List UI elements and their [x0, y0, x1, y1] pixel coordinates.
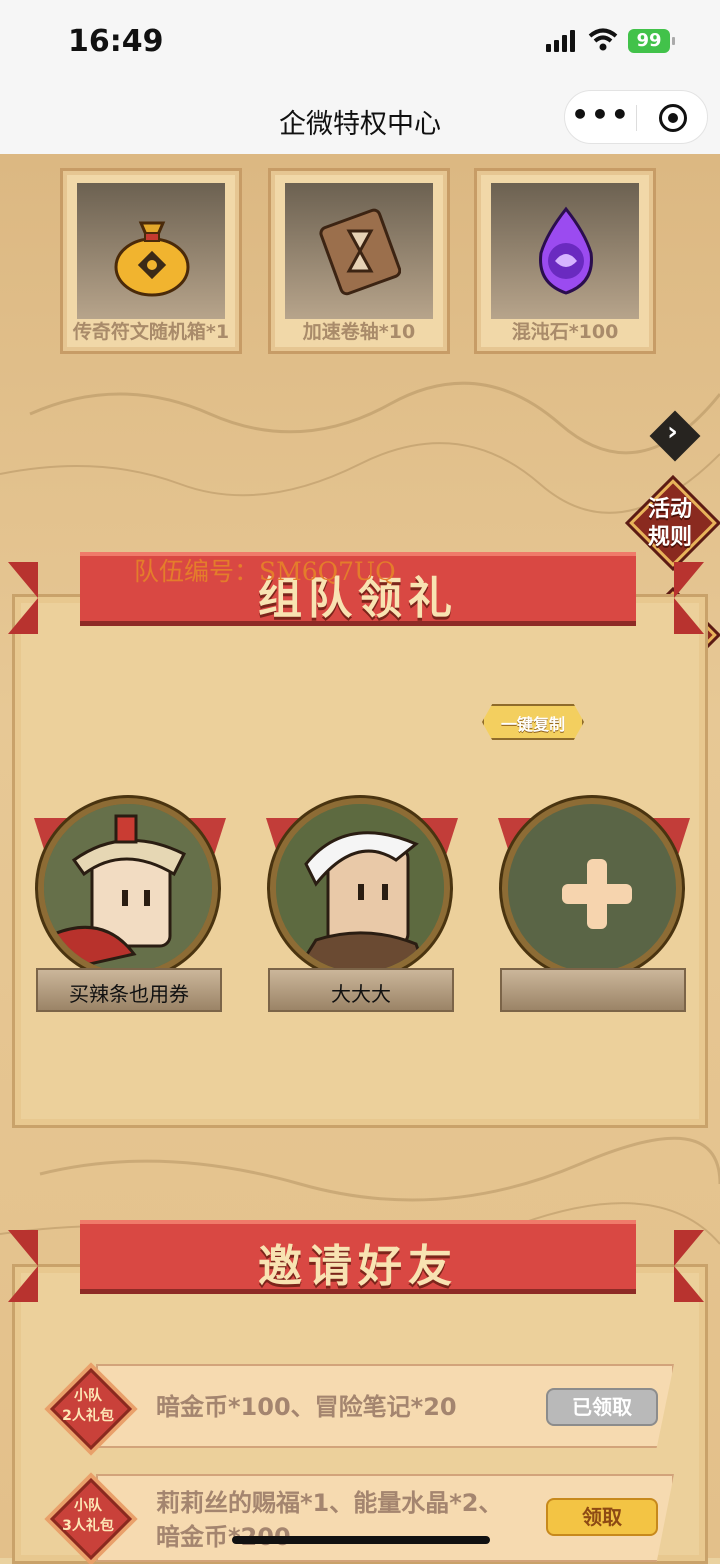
- member-name-plate: 大大大: [268, 968, 454, 1012]
- banner-ribbon-right: [674, 562, 704, 634]
- mini-program-capsule: •••: [564, 90, 708, 144]
- close-mini-program-icon[interactable]: [659, 104, 687, 132]
- activity-rules-label: 活动 规则: [647, 497, 692, 550]
- invite-friends-title: 邀请好友: [258, 1241, 458, 1292]
- member-name-plate: [500, 968, 686, 1012]
- team-member-2: 大大大: [266, 794, 458, 1014]
- reward-label: 混沌石*100: [511, 321, 619, 343]
- plus-icon-vertical: [587, 859, 607, 929]
- team-id-line: 队伍编号：SM6Q7UQ: [134, 552, 396, 588]
- purple-flame-orb-icon: [539, 206, 593, 295]
- gift-badge: 小队 3人礼包: [49, 1477, 133, 1561]
- member-name-plate: 买辣条也用券: [36, 968, 222, 1012]
- gift-contents: 暗金币*100、冒险笔记*20: [156, 1393, 457, 1421]
- warrior-avatar-icon: [44, 804, 212, 972]
- reward-image: [491, 183, 639, 319]
- reward-label: 加速卷轴*10: [302, 321, 416, 343]
- chevron-right-icon: ›: [667, 417, 678, 448]
- add-member-avatar[interactable]: [502, 798, 682, 978]
- invite-friends-banner: 邀请好友: [80, 1220, 636, 1294]
- activity-rules-button[interactable]: 活动 规则: [629, 479, 717, 567]
- team-id-label: 队伍编号：: [134, 557, 260, 586]
- signal-icon: [546, 30, 575, 52]
- capsule-divider: [636, 105, 637, 131]
- more-icon[interactable]: •••: [565, 91, 637, 143]
- reward-card-speed-scroll: 加速卷轴*10: [268, 168, 450, 354]
- member-name: 大大大: [331, 982, 391, 1006]
- team-member-1: 买辣条也用券: [34, 794, 226, 1014]
- avatar: [38, 798, 218, 978]
- gift-row-3-person: 小队 3人礼包 莉莉丝的赐福*1、能量水晶*2、 暗金币*200 领取: [46, 1474, 678, 1562]
- status-time: 16:49: [68, 24, 164, 59]
- status-bar: 16:49 99: [0, 0, 720, 84]
- banner-ribbon-left: [8, 1230, 38, 1302]
- reward-image: [77, 183, 225, 319]
- avatar: [270, 798, 450, 978]
- money-bag-icon: [114, 221, 190, 297]
- white-hair-avatar-icon: [276, 804, 444, 972]
- team-member-slot-empty[interactable]: [498, 794, 690, 1014]
- member-name: 买辣条也用券: [69, 982, 189, 1006]
- scroll-hourglass-icon: [319, 208, 401, 296]
- copy-button-label: 一键复制: [500, 715, 565, 734]
- reward-label: 传奇符文随机箱*1: [72, 321, 230, 343]
- claim-button[interactable]: 领取: [546, 1498, 658, 1536]
- gift-row-2-person: 小队 2人礼包 暗金币*100、冒险笔记*20 已领取: [46, 1364, 678, 1451]
- team-id-value: SM6Q7UQ: [259, 557, 396, 586]
- gift-badge: 小队 2人礼包: [49, 1367, 133, 1451]
- wifi-icon: [588, 28, 618, 51]
- reward-card-chaos-stone: 混沌石*100: [474, 168, 656, 354]
- banner-ribbon-left: [8, 562, 38, 634]
- home-indicator: [232, 1536, 490, 1544]
- banner-ribbon-right: [674, 1230, 704, 1302]
- claimed-button[interactable]: 已领取: [546, 1388, 658, 1426]
- reward-card-rune-box: 传奇符文随机箱*1: [60, 168, 242, 354]
- reward-image: [285, 183, 433, 319]
- battery-indicator: 99: [628, 29, 675, 53]
- copy-team-id-button[interactable]: 一键复制: [482, 704, 584, 740]
